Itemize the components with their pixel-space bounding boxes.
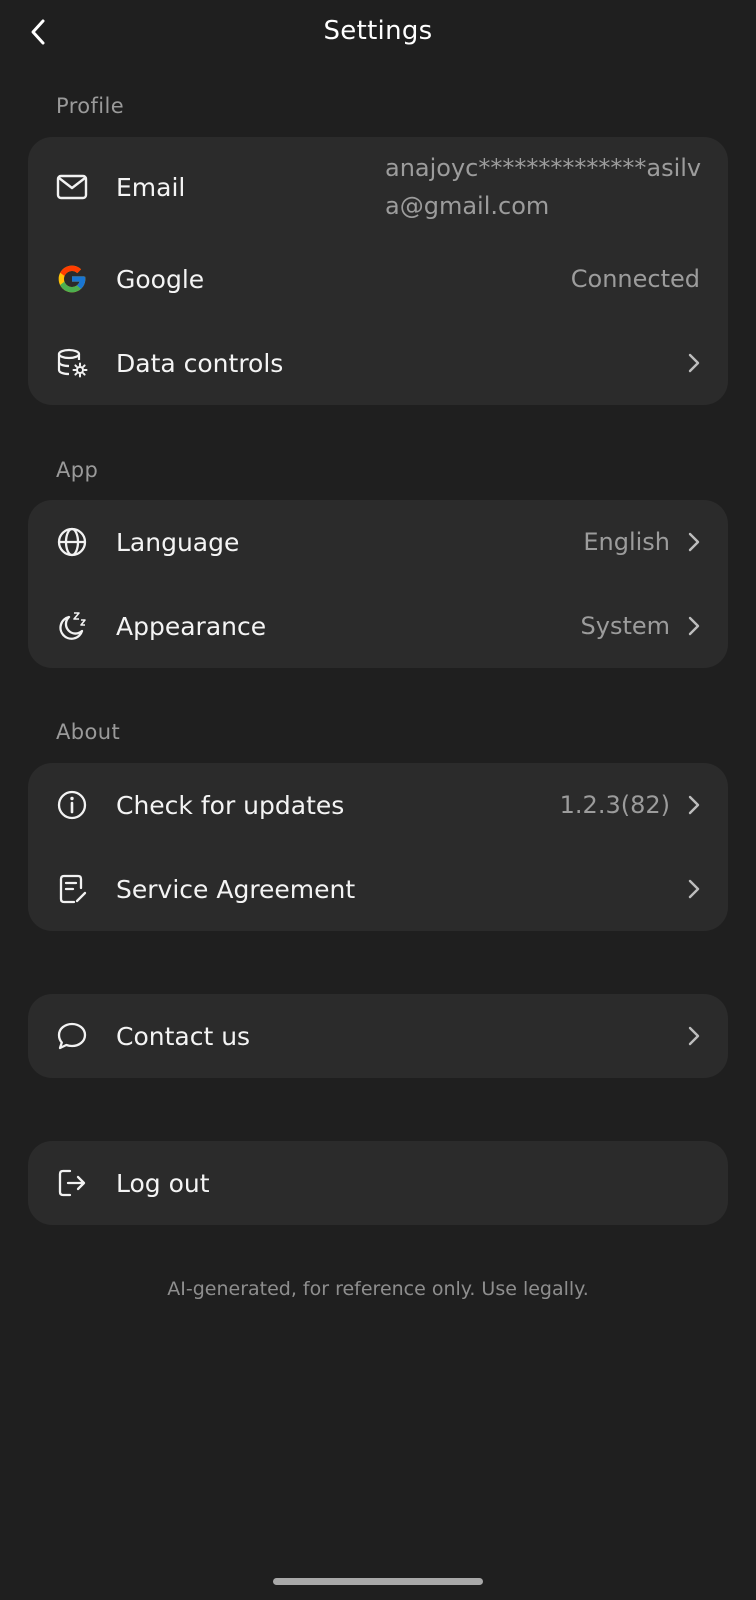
section-title-about: About — [56, 720, 121, 744]
row-label-language: Language — [116, 527, 240, 557]
row-appearance[interactable]: Appearance System — [28, 584, 728, 668]
settings-screen: Settings Profile Email anajoyc**********… — [0, 0, 756, 1600]
email-value: anajoyc**************asilva@gmail.com — [385, 154, 702, 220]
disclaimer-text: AI-generated, for reference only. Use le… — [167, 1278, 589, 1300]
row-label-data-controls: Data controls — [116, 348, 284, 378]
moon-sleep-icon — [56, 610, 88, 642]
database-gear-icon — [56, 347, 88, 379]
home-indicator[interactable] — [273, 1578, 483, 1585]
chevron-right-icon — [686, 1024, 702, 1048]
top-bar: Settings — [0, 0, 756, 68]
logout-icon — [56, 1167, 88, 1199]
google-logo-icon — [56, 263, 88, 295]
row-label-appearance: Appearance — [116, 611, 267, 641]
about-card: Check for updates 1.2.3(82) Service Agre… — [28, 763, 728, 931]
row-label-service-agreement: Service Agreement — [116, 874, 356, 904]
row-log-out[interactable]: Log out — [28, 1141, 728, 1225]
row-google[interactable]: Google Connected — [28, 237, 728, 321]
appearance-value: System — [580, 612, 671, 640]
row-label-contact-us: Contact us — [116, 1021, 251, 1051]
row-label-google: Google — [116, 264, 205, 294]
language-value: English — [583, 528, 670, 556]
row-data-controls[interactable]: Data controls — [28, 321, 728, 405]
contact-card: Contact us — [28, 994, 728, 1078]
row-language[interactable]: Language English — [28, 500, 728, 584]
logout-card: Log out — [28, 1141, 728, 1225]
chevron-right-icon — [686, 351, 702, 375]
row-service-agreement[interactable]: Service Agreement — [28, 847, 728, 931]
chevron-right-icon — [686, 614, 702, 638]
chevron-right-icon — [686, 530, 702, 554]
row-email[interactable]: Email anajoyc**************asilva@gmail.… — [28, 137, 728, 237]
google-status: Connected — [570, 265, 700, 293]
profile-card: Email anajoyc**************asilva@gmail.… — [28, 137, 728, 405]
section-title-app: App — [56, 458, 99, 482]
page-title: Settings — [323, 16, 433, 46]
info-circle-icon — [56, 789, 88, 821]
globe-icon — [56, 526, 88, 558]
mail-icon — [56, 171, 88, 203]
chevron-right-icon — [686, 793, 702, 817]
chevron-right-icon — [686, 877, 702, 901]
row-contact-us[interactable]: Contact us — [28, 994, 728, 1078]
row-label-log-out: Log out — [116, 1168, 210, 1198]
row-label-check-updates: Check for updates — [116, 790, 345, 820]
version-value: 1.2.3(82) — [559, 791, 670, 819]
chat-bubble-icon — [56, 1020, 88, 1052]
row-check-updates[interactable]: Check for updates 1.2.3(82) — [28, 763, 728, 847]
document-edit-icon — [56, 873, 88, 905]
section-title-profile: Profile — [56, 94, 125, 118]
app-card: Language English Appearance System — [28, 500, 728, 668]
row-label-email: Email — [116, 172, 186, 202]
